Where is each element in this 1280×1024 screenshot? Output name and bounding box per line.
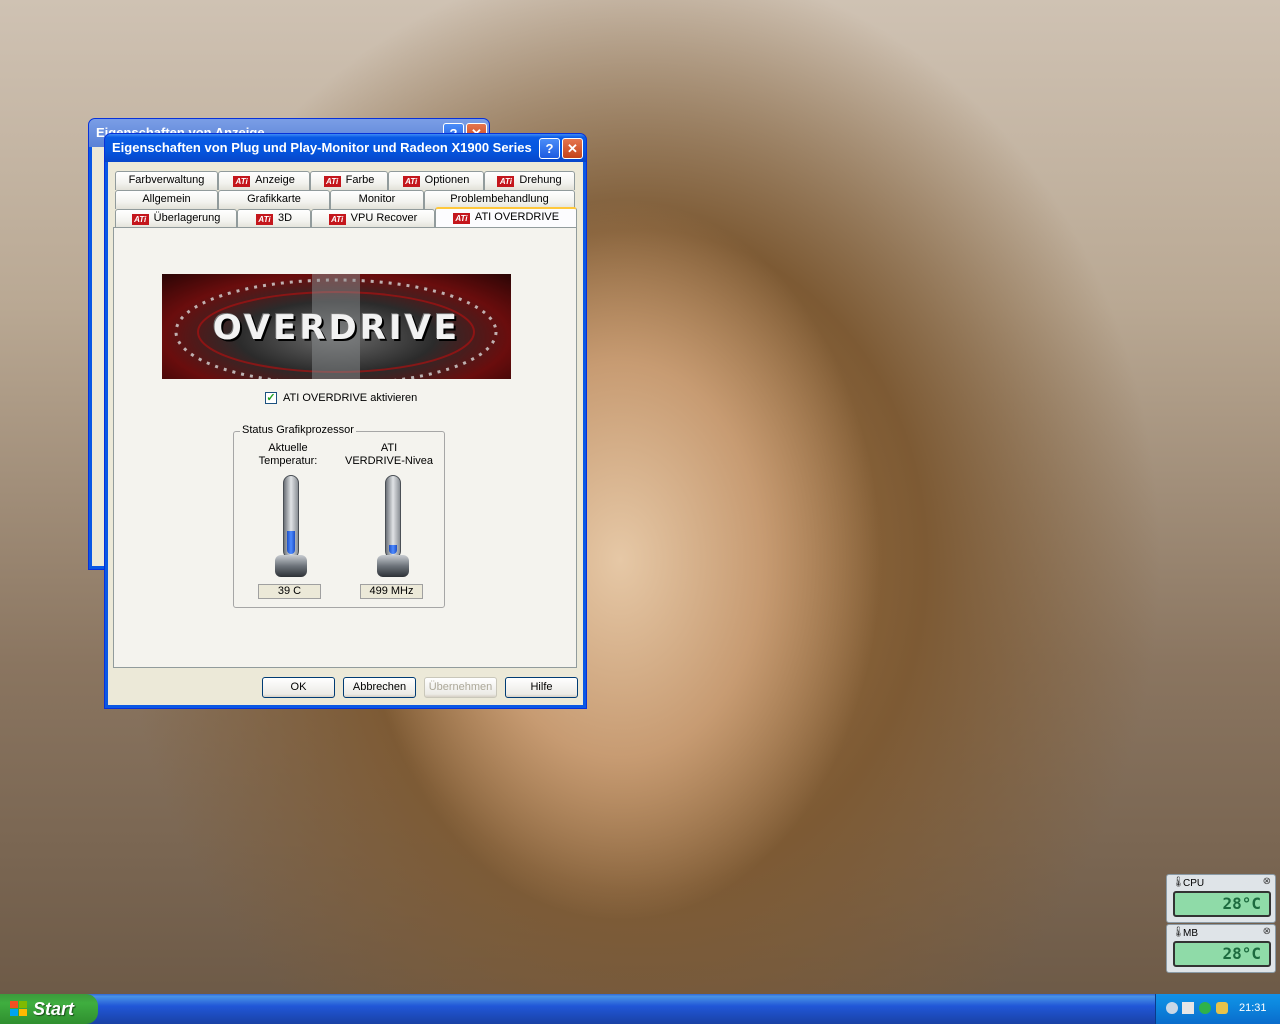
temperature-value: 39 C xyxy=(258,584,321,599)
close-button[interactable]: ✕ xyxy=(562,138,583,159)
system-tray: 21:31 xyxy=(1155,994,1280,1024)
ati-logo-icon: ATi xyxy=(402,176,420,187)
close-icon[interactable]: ⊗ xyxy=(1263,926,1271,937)
overdrive-checkbox-label[interactable]: ATI OVERDRIVE aktivieren xyxy=(283,392,417,404)
help-title-button[interactable]: ? xyxy=(539,138,560,159)
dialog-title: Eigenschaften von Plug und Play-Monitor … xyxy=(112,140,532,155)
tab-label: Drehung xyxy=(519,174,562,186)
mb-temp-gadget[interactable]: 🌡 MB ⊗ 28°C xyxy=(1166,924,1276,973)
ati-logo-icon: ATi xyxy=(131,214,149,225)
thermometer-tube xyxy=(283,475,299,559)
clock-value: 499 MHz xyxy=(360,584,423,599)
tab-anzeige[interactable]: ATi Anzeige xyxy=(218,171,310,190)
ati-logo-icon: ATi xyxy=(323,176,341,187)
banner-text: OVERDRIVE xyxy=(212,308,461,348)
cpu-temp-display: 28°C xyxy=(1173,891,1271,917)
thermometer-base xyxy=(275,555,307,577)
tab-label: Monitor xyxy=(358,193,396,205)
tab-label: Farbverwaltung xyxy=(128,174,205,186)
taskbar: Start 21:31 xyxy=(0,994,1280,1024)
close-icon[interactable]: ⊗ xyxy=(1263,876,1271,887)
temp-label-line1: Aktuelle xyxy=(268,442,308,454)
overdrive-level-thermometer xyxy=(377,475,409,579)
tab-label: Farbe xyxy=(345,174,375,186)
ati-logo-icon: ATi xyxy=(255,214,273,225)
level-label-line2: VERDRIVE-Nivea xyxy=(344,455,434,467)
ati-logo-icon: ATi xyxy=(233,176,251,187)
tab-farbverwaltung[interactable]: Farbverwaltung xyxy=(115,171,218,190)
tab-label: Allgemein xyxy=(142,193,191,205)
volume-icon[interactable] xyxy=(1182,1002,1194,1014)
ati-logo-icon: ATi xyxy=(452,213,470,224)
ati-logo-icon: ATi xyxy=(497,176,515,187)
tab-monitor[interactable]: Monitor xyxy=(330,190,424,209)
temperature-thermometer xyxy=(275,475,307,579)
start-button[interactable]: Start xyxy=(0,994,98,1024)
thermometer-base xyxy=(377,555,409,577)
tab-label: Überlagerung xyxy=(153,212,221,224)
help-button[interactable]: Hilfe xyxy=(505,677,578,698)
tab-label: Anzeige xyxy=(255,174,295,186)
overdrive-checkbox[interactable]: ✓ xyxy=(265,392,277,404)
tab-label: Grafikkarte xyxy=(247,193,301,205)
level-label-line1: ATI xyxy=(380,442,398,454)
mb-gadget-label: MB xyxy=(1183,928,1198,939)
dialog-titlebar[interactable]: Eigenschaften von Plug und Play-Monitor … xyxy=(105,134,586,162)
cpu-gadget-label: CPU xyxy=(1183,878,1205,889)
windows-logo-icon xyxy=(10,1001,27,1017)
tab-ati-overdrive[interactable]: ATi ATI OVERDRIVE xyxy=(435,207,577,228)
apply-button[interactable]: Übernehmen xyxy=(424,677,497,698)
tab-label: Optionen xyxy=(424,174,470,186)
cpu-temp-gadget[interactable]: 🌡 CPU ⊗ 28°C xyxy=(1166,874,1276,923)
tab-label: VPU Recover xyxy=(350,212,418,224)
tab-label: 3D xyxy=(277,212,293,224)
overdrive-banner: OVERDRIVE xyxy=(162,274,511,379)
network-icon[interactable] xyxy=(1166,1002,1178,1014)
tab-optionen[interactable]: ATi Optionen xyxy=(388,171,484,190)
ok-button[interactable]: OK xyxy=(262,677,335,698)
tab-grafikkarte[interactable]: Grafikkarte xyxy=(218,190,330,209)
monitor-app-icon[interactable] xyxy=(1216,1002,1228,1014)
ati-logo-icon: ATi xyxy=(328,214,346,225)
mb-temp-display: 28°C xyxy=(1173,941,1271,967)
tab-3d[interactable]: ATi 3D xyxy=(237,209,311,228)
temp-label-line2: Temperatur: xyxy=(258,455,318,467)
tab-vpu-recover[interactable]: ATi VPU Recover xyxy=(311,209,435,228)
status-group-title: Status Grafikprozessor xyxy=(240,424,356,436)
clock[interactable]: 21:31 xyxy=(1239,1002,1267,1014)
start-label: Start xyxy=(33,999,75,1019)
tab-label: ATI OVERDRIVE xyxy=(474,211,560,223)
tab-ueberlagerung[interactable]: ATi Überlagerung xyxy=(115,209,237,228)
tab-farbe[interactable]: ATi Farbe xyxy=(310,171,388,190)
tab-allgemein[interactable]: Allgemein xyxy=(115,190,218,209)
tab-label: Problembehandlung xyxy=(450,193,549,205)
temperature-fill xyxy=(287,531,295,554)
tab-drehung[interactable]: ATi Drehung xyxy=(484,171,575,190)
cancel-button[interactable]: Abbrechen xyxy=(343,677,416,698)
status-icon[interactable] xyxy=(1199,1002,1211,1014)
overdrive-level-fill xyxy=(389,545,397,554)
thermometer-tube xyxy=(385,475,401,559)
